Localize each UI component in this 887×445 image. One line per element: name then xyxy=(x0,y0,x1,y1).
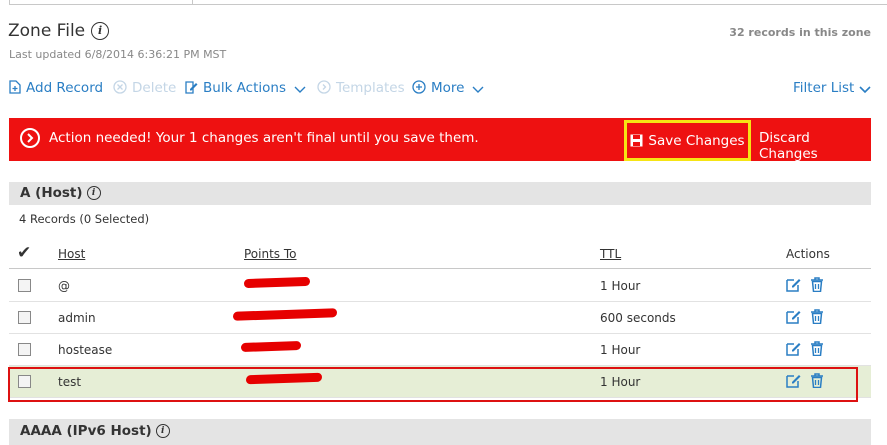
row-checkbox[interactable] xyxy=(18,279,31,292)
ttl-cell: 1 Hour xyxy=(600,343,641,357)
redacted-ip xyxy=(244,276,310,289)
tab-divider xyxy=(193,4,887,5)
add-record-button[interactable]: Add Record xyxy=(9,80,103,96)
records-selected-count: 4 Records (0 Selected) xyxy=(19,212,150,226)
templates-label: Templates xyxy=(336,80,405,96)
trash-icon[interactable] xyxy=(810,341,824,359)
add-document-icon xyxy=(9,80,21,94)
filter-list-label: Filter List xyxy=(793,80,855,96)
save-changes-label: Save Changes xyxy=(648,132,745,149)
templates-button[interactable]: Templates xyxy=(317,80,405,96)
delete-label: Delete xyxy=(132,80,177,96)
info-icon[interactable]: i xyxy=(155,424,170,438)
host-cell: hostease xyxy=(58,343,113,357)
select-all-checkmark-icon[interactable]: ✔ xyxy=(17,243,31,263)
row-checkbox[interactable] xyxy=(18,311,31,324)
more-label: More xyxy=(431,80,465,96)
column-header-ttl[interactable]: TTL xyxy=(600,247,621,261)
delete-circle-icon xyxy=(113,80,127,94)
edit-document-icon xyxy=(185,81,198,94)
save-changes-button[interactable]: Save Changes xyxy=(624,120,751,161)
section-title-a: A (Host) xyxy=(20,185,83,201)
row-checkbox[interactable] xyxy=(18,343,31,356)
edit-icon[interactable] xyxy=(786,341,801,359)
section-header-aaaa: AAAA (IPv6 Host) i xyxy=(9,419,871,445)
redacted-ip xyxy=(241,340,301,353)
chevron-down-icon xyxy=(472,80,489,96)
toolbar: Add Record Delete Bulk Actions Templates… xyxy=(0,80,887,102)
arrow-circle-icon xyxy=(20,128,40,148)
bulk-actions-label: Bulk Actions xyxy=(203,80,286,96)
bulk-actions-dropdown[interactable]: Bulk Actions xyxy=(185,80,311,96)
section-title-aaaa: AAAA (IPv6 Host) xyxy=(20,423,152,439)
table-row[interactable]: @ 1 Hour xyxy=(9,270,871,302)
floppy-disk-icon xyxy=(630,134,643,147)
filter-list-dropdown[interactable]: Filter List xyxy=(793,80,876,96)
table-row[interactable]: hostease 1 Hour xyxy=(9,334,871,366)
discard-changes-button[interactable]: Discard Changes xyxy=(759,130,871,162)
column-header-host[interactable]: Host xyxy=(58,247,85,261)
last-updated: Last updated 6/8/2014 6:36:21 PM MST xyxy=(9,48,227,61)
table-header: ✔ Host Points To TTL Actions xyxy=(9,240,871,269)
active-tab[interactable] xyxy=(9,0,193,5)
page-title-text: Zone File xyxy=(8,21,86,41)
trash-icon[interactable] xyxy=(810,277,824,295)
arrow-circle-icon xyxy=(317,80,331,94)
highlight-outline xyxy=(8,367,858,402)
table-row[interactable]: admin 600 seconds xyxy=(9,302,871,334)
chevron-down-icon xyxy=(859,80,876,96)
column-header-actions: Actions xyxy=(786,247,830,261)
column-header-points-to[interactable]: Points To xyxy=(244,247,297,261)
delete-button[interactable]: Delete xyxy=(113,80,176,96)
plus-circle-icon xyxy=(412,80,426,94)
edit-icon[interactable] xyxy=(786,277,801,295)
chevron-down-icon xyxy=(294,80,311,96)
tab-strip xyxy=(0,0,887,5)
info-icon[interactable]: i xyxy=(91,22,110,40)
more-dropdown[interactable]: More xyxy=(412,80,489,96)
ttl-cell: 1 Hour xyxy=(600,279,641,293)
add-record-label: Add Record xyxy=(26,80,104,96)
ttl-cell: 600 seconds xyxy=(600,311,676,325)
info-icon[interactable]: i xyxy=(86,186,101,200)
banner-message: Action needed! Your 1 changes aren't fin… xyxy=(49,130,479,146)
record-count: 32 records in this zone xyxy=(729,26,871,39)
redacted-ip xyxy=(233,308,337,321)
action-needed-banner: Action needed! Your 1 changes aren't fin… xyxy=(9,118,871,162)
edit-icon[interactable] xyxy=(786,309,801,327)
host-cell: admin xyxy=(58,311,96,325)
host-cell: @ xyxy=(58,279,70,293)
section-header-a: A (Host) i xyxy=(9,182,871,205)
trash-icon[interactable] xyxy=(810,309,824,327)
page-title: Zone File i xyxy=(8,21,110,41)
